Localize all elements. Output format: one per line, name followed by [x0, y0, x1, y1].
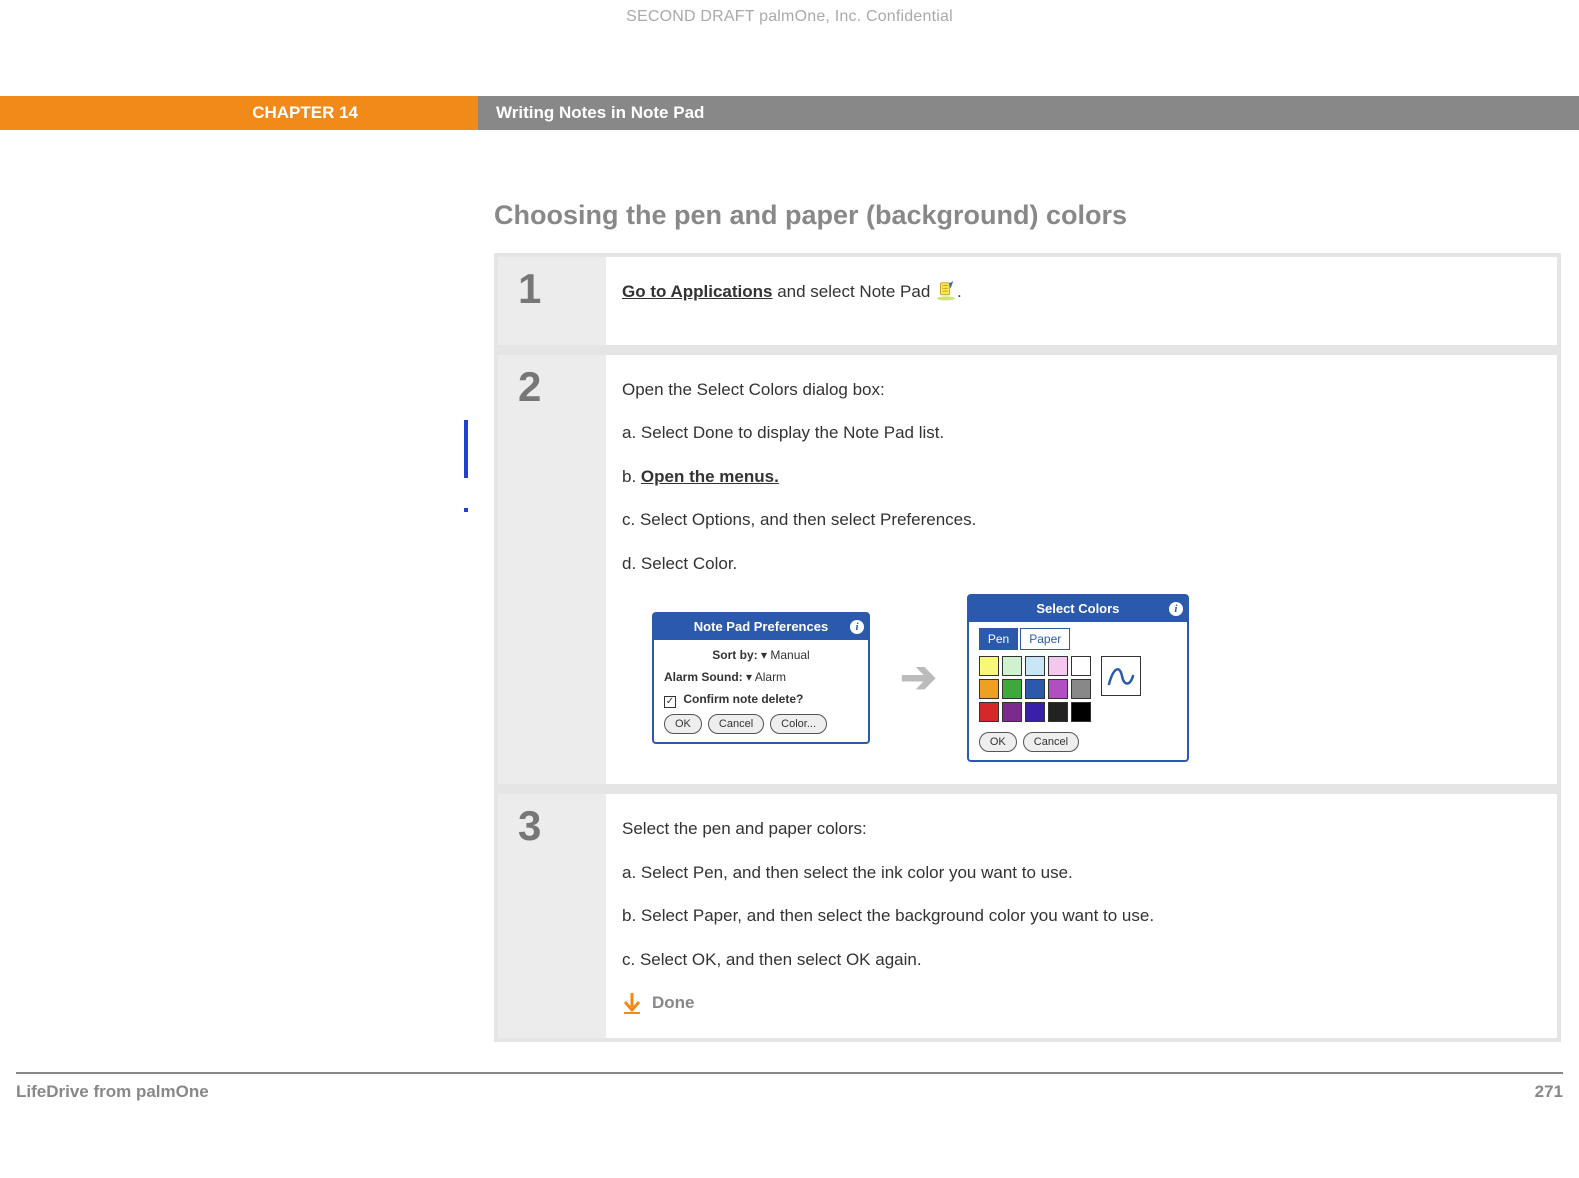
- revision-bar: [464, 420, 468, 478]
- color-tabs: Pen Paper: [969, 622, 1187, 650]
- alarm-sound-label: Alarm Sound:: [664, 670, 743, 684]
- color-palette: [979, 656, 1091, 722]
- color-swatch[interactable]: [1071, 702, 1091, 722]
- pref-ok-button[interactable]: OK: [664, 714, 702, 735]
- done-arrow-icon: [622, 992, 642, 1014]
- step-3c: c. Select OK, and then select OK again.: [622, 947, 1529, 973]
- main-content: Choosing the pen and paper (background) …: [494, 200, 1561, 1042]
- preferences-title: Note Pad Preferences: [694, 617, 828, 637]
- step-3: 3 Select the pen and paper colors: a. Se…: [498, 794, 1557, 1038]
- chapter-title: Writing Notes in Note Pad: [478, 96, 1579, 130]
- step-3-number: 3: [498, 794, 606, 1038]
- colors-cancel-button[interactable]: Cancel: [1023, 732, 1079, 753]
- color-swatch[interactable]: [1002, 702, 1022, 722]
- color-preview: [1101, 656, 1141, 696]
- color-swatch[interactable]: [1025, 679, 1045, 699]
- alarm-sound-dropdown[interactable]: ▾ Alarm: [746, 670, 786, 684]
- go-to-applications-link[interactable]: Go to Applications: [622, 282, 772, 301]
- info-icon[interactable]: i: [1169, 602, 1183, 616]
- info-icon[interactable]: i: [850, 620, 864, 634]
- confirm-delete-row: ✓ Confirm note delete?: [664, 690, 858, 708]
- color-swatch[interactable]: [979, 702, 999, 722]
- arrow-right-icon: ➔: [900, 645, 937, 711]
- color-swatch[interactable]: [1071, 679, 1091, 699]
- step-3-body: Select the pen and paper colors: a. Sele…: [606, 794, 1557, 1038]
- color-swatch[interactable]: [1048, 656, 1068, 676]
- select-colors-title-bar: Select Colors i: [969, 596, 1187, 622]
- step-1-text: and select Note Pad: [772, 282, 935, 301]
- footer-product: LifeDrive from palmOne: [16, 1082, 209, 1102]
- step-1-number: 1: [498, 257, 606, 345]
- select-colors-dialog: Select Colors i Pen Paper: [967, 594, 1189, 762]
- open-the-menus-link[interactable]: Open the menus.: [641, 467, 779, 486]
- done-label: Done: [652, 990, 695, 1016]
- sort-by-label: Sort by:: [712, 648, 757, 662]
- color-swatch[interactable]: [1002, 679, 1022, 699]
- confirm-delete-checkbox[interactable]: ✓: [664, 696, 676, 708]
- preferences-body: Sort by: ▾ Manual Alarm Sound: ▾ Alarm ✓…: [654, 640, 868, 743]
- color-swatch[interactable]: [1048, 679, 1068, 699]
- paper-tab[interactable]: Paper: [1020, 628, 1070, 650]
- revision-dot: [464, 508, 468, 512]
- chapter-header: CHAPTER 14 Writing Notes in Note Pad: [0, 96, 1579, 130]
- step-3a: a. Select Pen, and then select the ink c…: [622, 860, 1529, 886]
- color-swatch[interactable]: [1002, 656, 1022, 676]
- step-2-body: Open the Select Colors dialog box: a. Se…: [606, 355, 1557, 785]
- color-swatch[interactable]: [1025, 656, 1045, 676]
- preferences-dialog: Note Pad Preferences i Sort by: ▾ Manual…: [652, 612, 870, 744]
- colors-ok-button[interactable]: OK: [979, 732, 1017, 753]
- step-2a: a. Select Done to display the Note Pad l…: [622, 420, 1529, 446]
- step-3-substeps: a. Select Pen, and then select the ink c…: [622, 860, 1529, 973]
- step-1-period: .: [957, 282, 962, 301]
- color-swatch[interactable]: [979, 679, 999, 699]
- step-1: 1 Go to Applications and select Note Pad: [498, 257, 1557, 355]
- alarm-sound-row: Alarm Sound: ▾ Alarm: [664, 668, 858, 686]
- confidential-header: SECOND DRAFT palmOne, Inc. Confidential: [0, 0, 1579, 26]
- alarm-sound-value: Alarm: [755, 670, 786, 684]
- step-2: 2 Open the Select Colors dialog box: a. …: [498, 355, 1557, 795]
- step-2-number: 2: [498, 355, 606, 785]
- confirm-delete-label: Confirm note delete?: [683, 692, 803, 706]
- step-2d: d. Select Color.: [622, 551, 1529, 577]
- pref-color-button[interactable]: Color...: [770, 714, 827, 735]
- select-colors-title: Select Colors: [1036, 599, 1119, 619]
- steps-container: 1 Go to Applications and select Note Pad: [494, 253, 1561, 1042]
- sort-by-dropdown[interactable]: ▾ Manual: [761, 648, 810, 662]
- preferences-title-bar: Note Pad Preferences i: [654, 614, 868, 640]
- footer-page-number: 271: [1535, 1082, 1563, 1102]
- color-swatch[interactable]: [1025, 702, 1045, 722]
- step-3b: b. Select Paper, and then select the bac…: [622, 903, 1529, 929]
- step-2-screenshots: Note Pad Preferences i Sort by: ▾ Manual…: [622, 594, 1529, 762]
- sort-by-value: Manual: [770, 648, 809, 662]
- color-swatch[interactable]: [1048, 702, 1068, 722]
- sort-by-row: Sort by: ▾ Manual: [664, 646, 858, 664]
- notepad-icon: [935, 281, 957, 301]
- pref-cancel-button[interactable]: Cancel: [708, 714, 764, 735]
- color-swatch[interactable]: [979, 656, 999, 676]
- done-indicator: Done: [622, 990, 1529, 1016]
- step-2c: c. Select Options, and then select Prefe…: [622, 507, 1529, 533]
- step-2-substeps: a. Select Done to display the Note Pad l…: [622, 420, 1529, 576]
- page-footer: LifeDrive from palmOne 271: [16, 1072, 1563, 1110]
- color-swatch[interactable]: [1071, 656, 1091, 676]
- step-2-intro: Open the Select Colors dialog box:: [622, 377, 1529, 403]
- section-heading: Choosing the pen and paper (background) …: [494, 200, 1561, 231]
- step-3-intro: Select the pen and paper colors:: [622, 816, 1529, 842]
- pen-tab[interactable]: Pen: [979, 628, 1018, 650]
- chapter-label: CHAPTER 14: [0, 96, 478, 130]
- step-2b: b. Open the menus.: [622, 464, 1529, 490]
- step-2b-prefix: b.: [622, 467, 641, 486]
- step-1-body: Go to Applications and select Note Pad .: [606, 257, 1557, 345]
